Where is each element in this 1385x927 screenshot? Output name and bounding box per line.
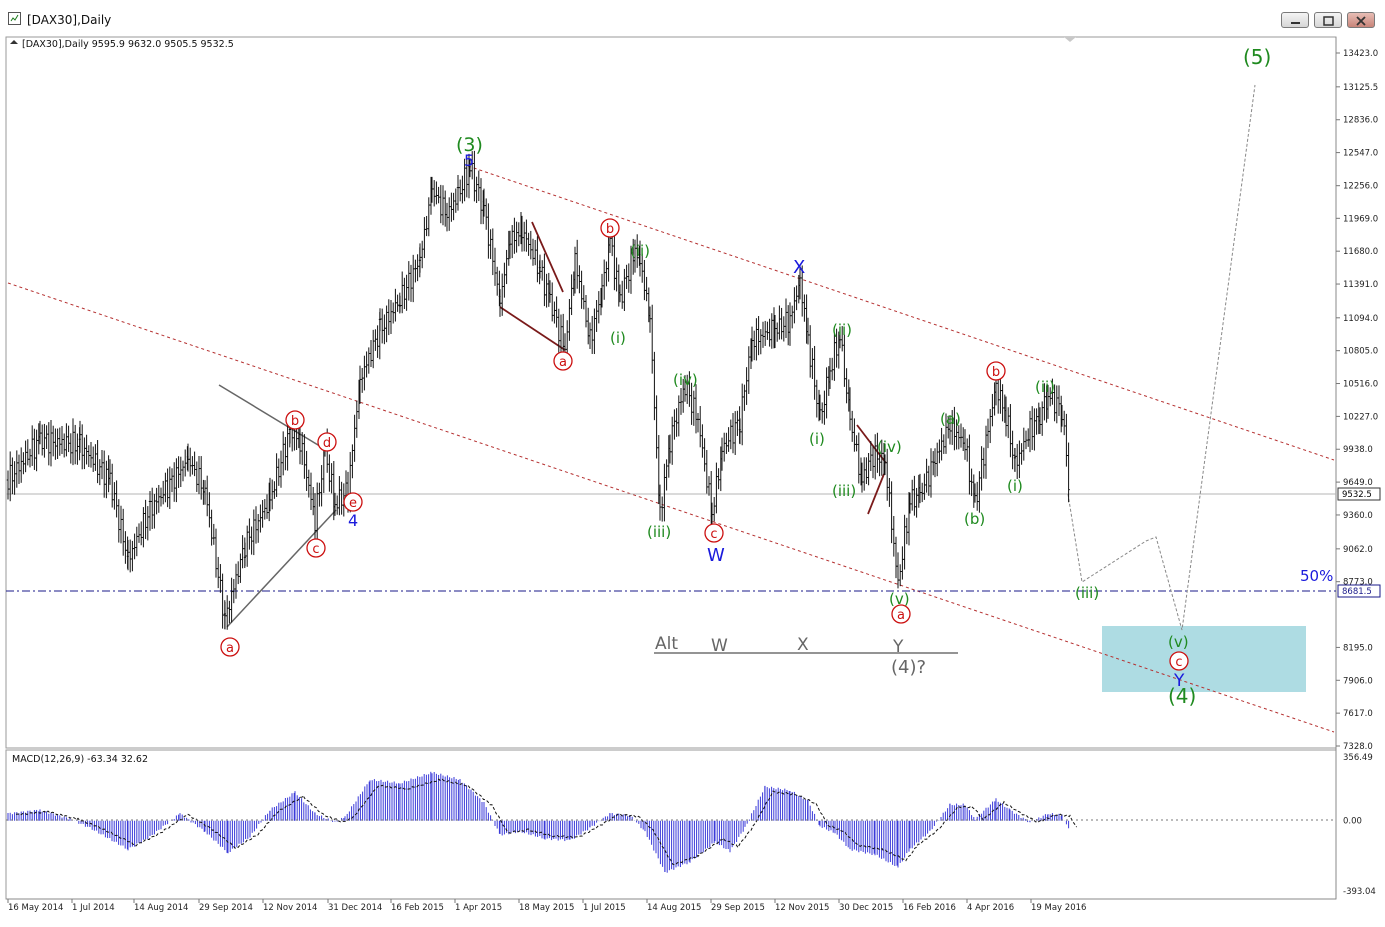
wave-b-label: (b) bbox=[964, 510, 985, 528]
circled-b-2-text: b bbox=[606, 222, 614, 237]
wave-iii-label-2: (iii) bbox=[832, 482, 856, 500]
date-tick-label: 12 Nov 2014 bbox=[263, 903, 317, 913]
date-tick-label: 14 Aug 2015 bbox=[647, 903, 701, 913]
wave-iv-label-1: (iv) bbox=[673, 371, 698, 389]
price-tick-label: 10227.0 bbox=[1343, 412, 1378, 422]
current-price-label: 9532.5 bbox=[1342, 490, 1372, 500]
wave-ii-label-1: (ii) bbox=[630, 242, 650, 260]
wave-a-label: (a) bbox=[940, 410, 961, 428]
price-tick-label: 7328.0 bbox=[1343, 742, 1373, 752]
wave-ii-label-3: (ii) bbox=[1035, 378, 1055, 396]
date-tick-label: 18 May 2015 bbox=[519, 903, 574, 913]
circled-b-3-text: b bbox=[992, 365, 1000, 380]
price-tick-label: 11680.0 bbox=[1343, 247, 1378, 257]
date-tick-label: 12 Nov 2015 bbox=[775, 903, 829, 913]
date-tick-label: 16 May 2014 bbox=[8, 903, 63, 913]
wave-5-target-label: (5) bbox=[1243, 45, 1271, 69]
date-tick-label: 1 Jul 2014 bbox=[72, 903, 115, 913]
circled-a-2-text: a bbox=[559, 355, 567, 370]
level-price-label: 8681.5 bbox=[1342, 587, 1372, 597]
price-tick-label: 7906.0 bbox=[1343, 676, 1373, 686]
wave-i-label-3: (i) bbox=[1007, 477, 1023, 495]
price-tick-label: 13423.0 bbox=[1343, 49, 1378, 59]
circled-c-2-text: c bbox=[710, 527, 717, 542]
circled-c-3-text: c bbox=[1175, 655, 1182, 670]
circled-c-1-text: c bbox=[312, 542, 319, 557]
wave-i-label-1: (i) bbox=[610, 329, 626, 347]
circled-a-3: a bbox=[891, 604, 911, 624]
price-tick-label: 7617.0 bbox=[1343, 709, 1373, 719]
circled-c-2: c bbox=[704, 523, 724, 543]
circled-a-1-text: a bbox=[226, 641, 234, 656]
wave-iii-label-3: (iii) bbox=[1075, 584, 1099, 602]
date-tick-label: 30 Dec 2015 bbox=[839, 903, 893, 913]
date-tick-label: 1 Apr 2015 bbox=[455, 903, 502, 913]
circled-a-1: a bbox=[220, 637, 240, 657]
wave-4-minor-label: 4 bbox=[348, 511, 358, 530]
wave-iv-label-2: (iv) bbox=[877, 438, 902, 456]
date-tick-label: 29 Sep 2015 bbox=[711, 903, 765, 913]
date-tick-label: 1 Jul 2015 bbox=[583, 903, 626, 913]
date-tick-label: 4 Apr 2016 bbox=[967, 903, 1014, 913]
wave-iii-label-1: (iii) bbox=[647, 523, 671, 541]
price-tick-label: 9360.0 bbox=[1343, 511, 1373, 521]
price-tick-label: 12547.0 bbox=[1343, 149, 1378, 159]
date-axis: 16 May 2014 1 Jul 2014 14 Aug 2014 29 Sep 2… bbox=[7, 899, 1086, 913]
price-tick-label: 10805.0 bbox=[1343, 347, 1378, 357]
date-tick-label: 29 Sep 2014 bbox=[199, 903, 253, 913]
circled-e-1-text: e bbox=[349, 496, 357, 511]
chart-window: [DAX30],Daily [DAX30],Daily 9595.9 9632.… bbox=[0, 0, 1385, 927]
wave-w-label: W bbox=[707, 545, 725, 566]
target-zone bbox=[1102, 626, 1306, 692]
date-tick-label: 19 May 2016 bbox=[1031, 903, 1086, 913]
chart-canvas[interactable]: [DAX30],Daily 9595.9 9632.0 9505.5 9532.… bbox=[0, 0, 1385, 927]
circled-b-1-text: b bbox=[291, 414, 299, 429]
alt-x-label: X bbox=[797, 635, 809, 655]
wave-v-label-2: (v) bbox=[1168, 633, 1189, 651]
circled-d-1-text: d bbox=[323, 436, 331, 451]
date-tick-label: 31 Dec 2014 bbox=[328, 903, 382, 913]
circled-b-1: b bbox=[285, 410, 305, 430]
macd-tick-label: -393.04 bbox=[1343, 887, 1376, 897]
circled-d-1: d bbox=[317, 432, 337, 452]
price-axis: 13423.0 13125.5 12836.0 12547.0 12256.0 11969… bbox=[1336, 49, 1378, 752]
macd-header: MACD(12,26,9) -63.34 32.62 bbox=[12, 754, 148, 765]
price-tick-label: 12836.0 bbox=[1343, 116, 1378, 126]
wave-ii-label-2: (ii) bbox=[832, 321, 852, 339]
alt-label: Alt bbox=[655, 634, 678, 654]
price-tick-label: 10516.0 bbox=[1343, 380, 1378, 390]
circled-c-3: c bbox=[1169, 651, 1189, 671]
price-tick-label: 11969.0 bbox=[1343, 214, 1378, 224]
circled-a-3-text: a bbox=[897, 608, 905, 623]
circled-c-1: c bbox=[306, 538, 326, 558]
alt-y-label: Y bbox=[892, 637, 904, 657]
macd-tick-label: 0.00 bbox=[1343, 817, 1362, 827]
price-tick-label: 11391.0 bbox=[1343, 280, 1378, 290]
price-tick-label: 13125.5 bbox=[1343, 83, 1378, 93]
wave-i-label-2: (i) bbox=[809, 430, 825, 448]
price-tick-label: 12256.0 bbox=[1343, 182, 1378, 192]
circled-b-3: b bbox=[986, 361, 1006, 381]
alt-w-label: W bbox=[711, 636, 728, 656]
price-tick-label: 9649.0 bbox=[1343, 478, 1373, 488]
circled-e-1: e bbox=[343, 492, 363, 512]
price-tick-label: 9938.0 bbox=[1343, 445, 1373, 455]
circled-a-2: a bbox=[553, 351, 573, 371]
date-tick-label: 16 Feb 2015 bbox=[391, 903, 444, 913]
wave-y-label: Y bbox=[1173, 671, 1185, 691]
macd-axis: 356.49 0.00 -393.04 bbox=[1343, 753, 1376, 897]
wave-x-label: X bbox=[793, 257, 805, 278]
price-tick-label: 8195.0 bbox=[1343, 643, 1373, 653]
macd-tick-label: 356.49 bbox=[1343, 753, 1373, 763]
circled-b-2: b bbox=[600, 218, 620, 238]
date-tick-label: 16 Feb 2016 bbox=[903, 903, 956, 913]
alt-4-label: (4)? bbox=[891, 657, 926, 678]
date-tick-label: 14 Aug 2014 bbox=[134, 903, 188, 913]
level-50-label: 50% bbox=[1300, 567, 1333, 585]
price-tick-label: 9062.0 bbox=[1343, 545, 1373, 555]
price-tick-label: 11094.0 bbox=[1343, 314, 1378, 324]
chart-header: [DAX30],Daily 9595.9 9632.0 9505.5 9532.… bbox=[22, 39, 234, 50]
wave-5-label: 5 bbox=[464, 151, 474, 170]
